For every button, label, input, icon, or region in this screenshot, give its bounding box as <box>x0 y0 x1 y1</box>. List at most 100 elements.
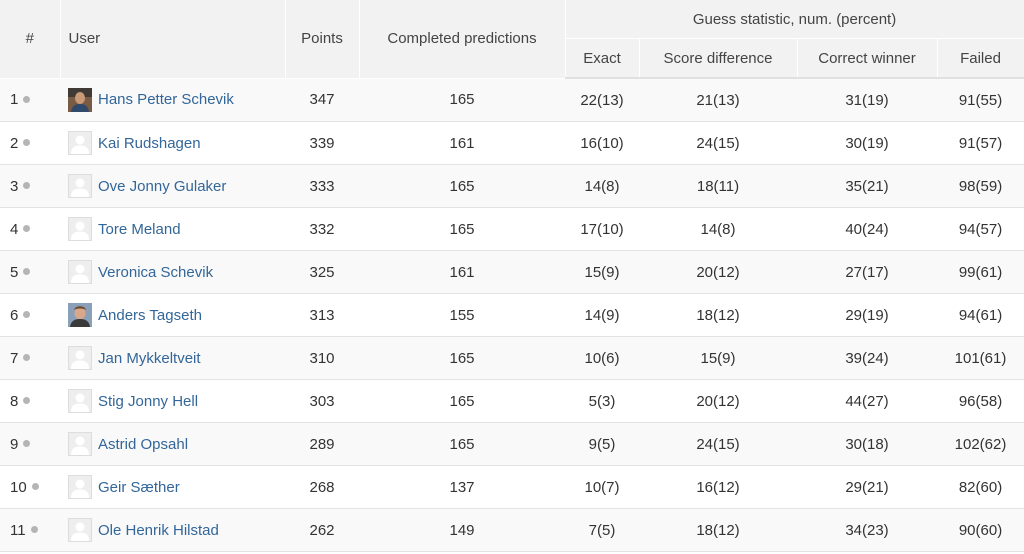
default-user-icon[interactable] <box>68 432 92 456</box>
status-dot-icon <box>23 268 31 276</box>
rank-cell: 9 <box>0 422 60 466</box>
table-row: 8 Stig Jonny Hell 303 165 5(3) 20(12) 44(27) 96… <box>0 379 1024 423</box>
user-info: Kai Rudshagen <box>68 131 285 155</box>
table-row: 1 Hans Petter Schevik 347 165 22(13) 21(13) 31… <box>0 78 1024 122</box>
standings-table: # User Points Completed predictions Gues… <box>0 0 1024 552</box>
user-info: Tore Meland <box>68 217 285 241</box>
exact-cell: 10(6) <box>565 336 639 380</box>
points-cell: 347 <box>285 78 359 122</box>
rank-number: 5 <box>10 263 19 281</box>
user-name-link[interactable]: Tore Meland <box>98 221 181 238</box>
exact-cell: 17(10) <box>565 207 639 251</box>
rank-number: 1 <box>10 91 19 109</box>
exact-cell: 14(9) <box>565 293 639 337</box>
status-dot-icon <box>30 526 38 534</box>
correct-winner-cell: 29(19) <box>797 293 937 337</box>
user-name-link[interactable]: Geir Sæther <box>98 479 180 496</box>
user-photo-avatar[interactable] <box>68 303 92 327</box>
rank-number: 8 <box>10 392 19 410</box>
default-user-icon[interactable] <box>68 389 92 413</box>
completed-predictions-cell: 155 <box>359 293 565 337</box>
default-user-icon[interactable] <box>68 131 92 155</box>
user-info: Veronica Schevik <box>68 260 285 284</box>
table-row: 4 Tore Meland 332 165 17(10) 14(8) 40(24) 94(57… <box>0 207 1024 251</box>
user-info: Ole Henrik Hilstad <box>68 518 285 542</box>
points-cell: 262 <box>285 508 359 552</box>
failed-header: Failed <box>937 38 1024 79</box>
user-info: Ove Jonny Gulaker <box>68 174 285 198</box>
user-name-link[interactable]: Ove Jonny Gulaker <box>98 178 226 195</box>
default-user-icon[interactable] <box>68 174 92 198</box>
score-difference-cell: 18(11) <box>639 164 797 208</box>
score-difference-cell: 20(12) <box>639 379 797 423</box>
failed-cell: 82(60) <box>937 465 1024 509</box>
status-dot-icon <box>23 440 31 448</box>
default-user-icon[interactable] <box>68 475 92 499</box>
user-name-link[interactable]: Hans Petter Schevik <box>98 91 234 108</box>
failed-cell: 90(60) <box>937 508 1024 552</box>
rank-cell: 7 <box>0 336 60 380</box>
default-user-icon[interactable] <box>68 260 92 284</box>
default-user-icon[interactable] <box>68 518 92 542</box>
exact-header: Exact <box>565 38 640 79</box>
user-cell: Astrid Opsahl <box>60 422 285 466</box>
user-cell: Geir Sæther <box>60 465 285 509</box>
correct-winner-cell: 29(21) <box>797 465 937 509</box>
failed-cell: 91(55) <box>937 78 1024 122</box>
status-dot-icon <box>23 95 31 103</box>
failed-cell: 94(61) <box>937 293 1024 337</box>
default-user-icon[interactable] <box>68 217 92 241</box>
user-info: Hans Petter Schevik <box>68 87 285 112</box>
status-dot-icon <box>23 397 31 405</box>
rank-number: 4 <box>10 220 19 238</box>
user-info: Anders Tagseth <box>68 303 285 327</box>
score-difference-header: Score difference <box>639 38 798 79</box>
correct-winner-cell: 44(27) <box>797 379 937 423</box>
failed-cell: 96(58) <box>937 379 1024 423</box>
default-user-icon[interactable] <box>68 346 92 370</box>
correct-winner-header: Correct winner <box>797 38 938 79</box>
failed-cell: 98(59) <box>937 164 1024 208</box>
rank-number: 11 <box>10 521 26 539</box>
completed-predictions-cell: 165 <box>359 78 565 122</box>
status-dot-icon <box>31 483 39 491</box>
completed-predictions-cell: 165 <box>359 336 565 380</box>
exact-cell: 9(5) <box>565 422 639 466</box>
exact-cell: 5(3) <box>565 379 639 423</box>
table-row: 7 Jan Mykkeltveit 310 165 10(6) 15(9) 39(24) 10… <box>0 336 1024 380</box>
score-difference-cell: 24(15) <box>639 121 797 165</box>
rank-cell: 5 <box>0 250 60 294</box>
correct-winner-cell: 39(24) <box>797 336 937 380</box>
table-header: # User Points Completed predictions Gues… <box>0 0 1024 79</box>
points-cell: 325 <box>285 250 359 294</box>
user-name-link[interactable]: Kai Rudshagen <box>98 135 201 152</box>
user-name-link[interactable]: Ole Henrik Hilstad <box>98 522 219 539</box>
user-cell: Anders Tagseth <box>60 293 285 337</box>
rank-cell: 4 <box>0 207 60 251</box>
completed-predictions-header: Completed predictions <box>359 0 566 79</box>
user-name-link[interactable]: Astrid Opsahl <box>98 436 188 453</box>
table-row: 5 Veronica Schevik 325 161 15(9) 20(12) 27(17)… <box>0 250 1024 294</box>
user-cell: Ove Jonny Gulaker <box>60 164 285 208</box>
score-difference-cell: 16(12) <box>639 465 797 509</box>
user-name-link[interactable]: Stig Jonny Hell <box>98 393 198 410</box>
points-cell: 289 <box>285 422 359 466</box>
rank-cell: 8 <box>0 379 60 423</box>
completed-predictions-cell: 165 <box>359 422 565 466</box>
user-photo-avatar[interactable] <box>68 87 92 112</box>
score-difference-cell: 14(8) <box>639 207 797 251</box>
user-cell: Kai Rudshagen <box>60 121 285 165</box>
completed-predictions-cell: 137 <box>359 465 565 509</box>
user-name-link[interactable]: Veronica Schevik <box>98 264 213 281</box>
status-dot-icon <box>23 354 31 362</box>
completed-predictions-cell: 165 <box>359 379 565 423</box>
guess-statistic-header: Guess statistic, num. (percent) <box>565 0 1024 39</box>
rank-number: 7 <box>10 349 19 367</box>
user-cell: Hans Petter Schevik <box>60 78 285 122</box>
user-name-link[interactable]: Jan Mykkeltveit <box>98 350 201 367</box>
user-name-link[interactable]: Anders Tagseth <box>98 307 202 324</box>
table-row: 9 Astrid Opsahl 289 165 9(5) 24(15) 30(18) 102(… <box>0 422 1024 466</box>
user-info: Astrid Opsahl <box>68 432 285 456</box>
score-difference-cell: 24(15) <box>639 422 797 466</box>
user-info: Stig Jonny Hell <box>68 389 285 413</box>
